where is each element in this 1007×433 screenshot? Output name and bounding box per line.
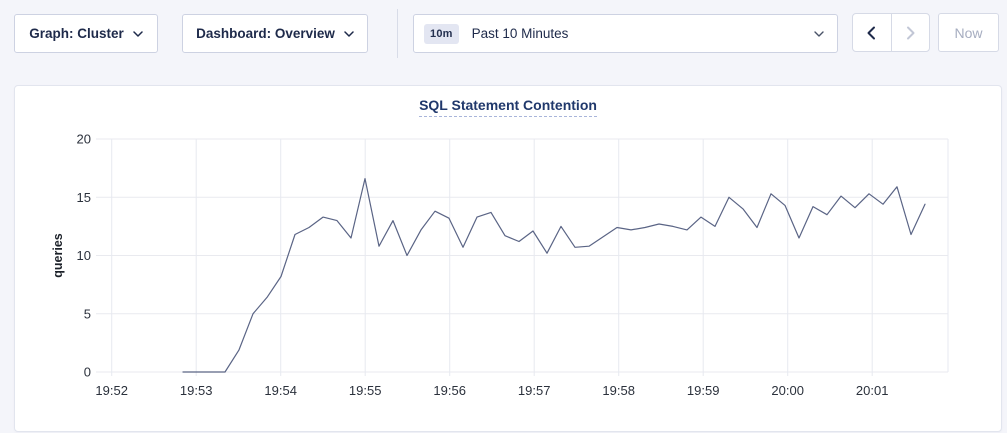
chevron-down-icon — [133, 31, 143, 37]
y-axis-label: queries — [51, 233, 65, 278]
x-tick-label: 20:00 — [771, 383, 804, 398]
dashboard-dropdown[interactable]: Dashboard: Overview — [182, 14, 368, 53]
chevron-down-icon — [344, 31, 354, 37]
y-tick-label: 20 — [77, 132, 91, 147]
chart-plot-area[interactable]: 0 5 10 15 20 19:52 19:53 19:54 19:55 19:56 19:57 19… — [15, 86, 1003, 433]
x-tick-label: 19:58 — [602, 383, 635, 398]
toolbar-divider — [397, 9, 398, 58]
time-range-badge: 10m — [424, 24, 459, 44]
chevron-down-icon — [814, 31, 824, 37]
now-button[interactable]: Now — [938, 13, 999, 52]
x-tick-label: 19:54 — [264, 383, 297, 398]
time-range-label: Past 10 Minutes — [472, 26, 814, 41]
graph-toolbar: Graph: Cluster Dashboard: Overview 10m P… — [0, 0, 1007, 70]
y-tick-label: 15 — [77, 190, 91, 205]
dashboard-dropdown-label: Dashboard: Overview — [196, 26, 335, 41]
x-tick-label: 19:57 — [518, 383, 551, 398]
x-tick-label: 19:53 — [180, 383, 213, 398]
x-tick-label: 19:56 — [433, 383, 466, 398]
graph-dropdown-label: Graph: Cluster — [29, 26, 124, 41]
x-tick-label: 19:59 — [687, 383, 720, 398]
time-forward-button[interactable] — [891, 14, 930, 51]
y-tick-label: 0 — [84, 365, 91, 380]
series-line-queries — [183, 179, 925, 372]
graph-dropdown[interactable]: Graph: Cluster — [14, 14, 158, 53]
chart-panel: SQL Statement Contention 0510152019:5219… — [14, 85, 1002, 432]
chevron-left-icon — [867, 26, 876, 40]
y-tick-label: 5 — [84, 306, 91, 321]
x-tick-label: 19:52 — [95, 383, 128, 398]
chevron-right-icon — [906, 26, 915, 40]
x-tick-label: 19:55 — [349, 383, 382, 398]
time-nav-group — [852, 13, 930, 52]
time-back-button[interactable] — [853, 14, 891, 51]
x-tick-label: 20:01 — [856, 383, 889, 398]
time-range-dropdown[interactable]: 10m Past 10 Minutes — [413, 14, 838, 53]
y-tick-label: 10 — [77, 248, 91, 263]
